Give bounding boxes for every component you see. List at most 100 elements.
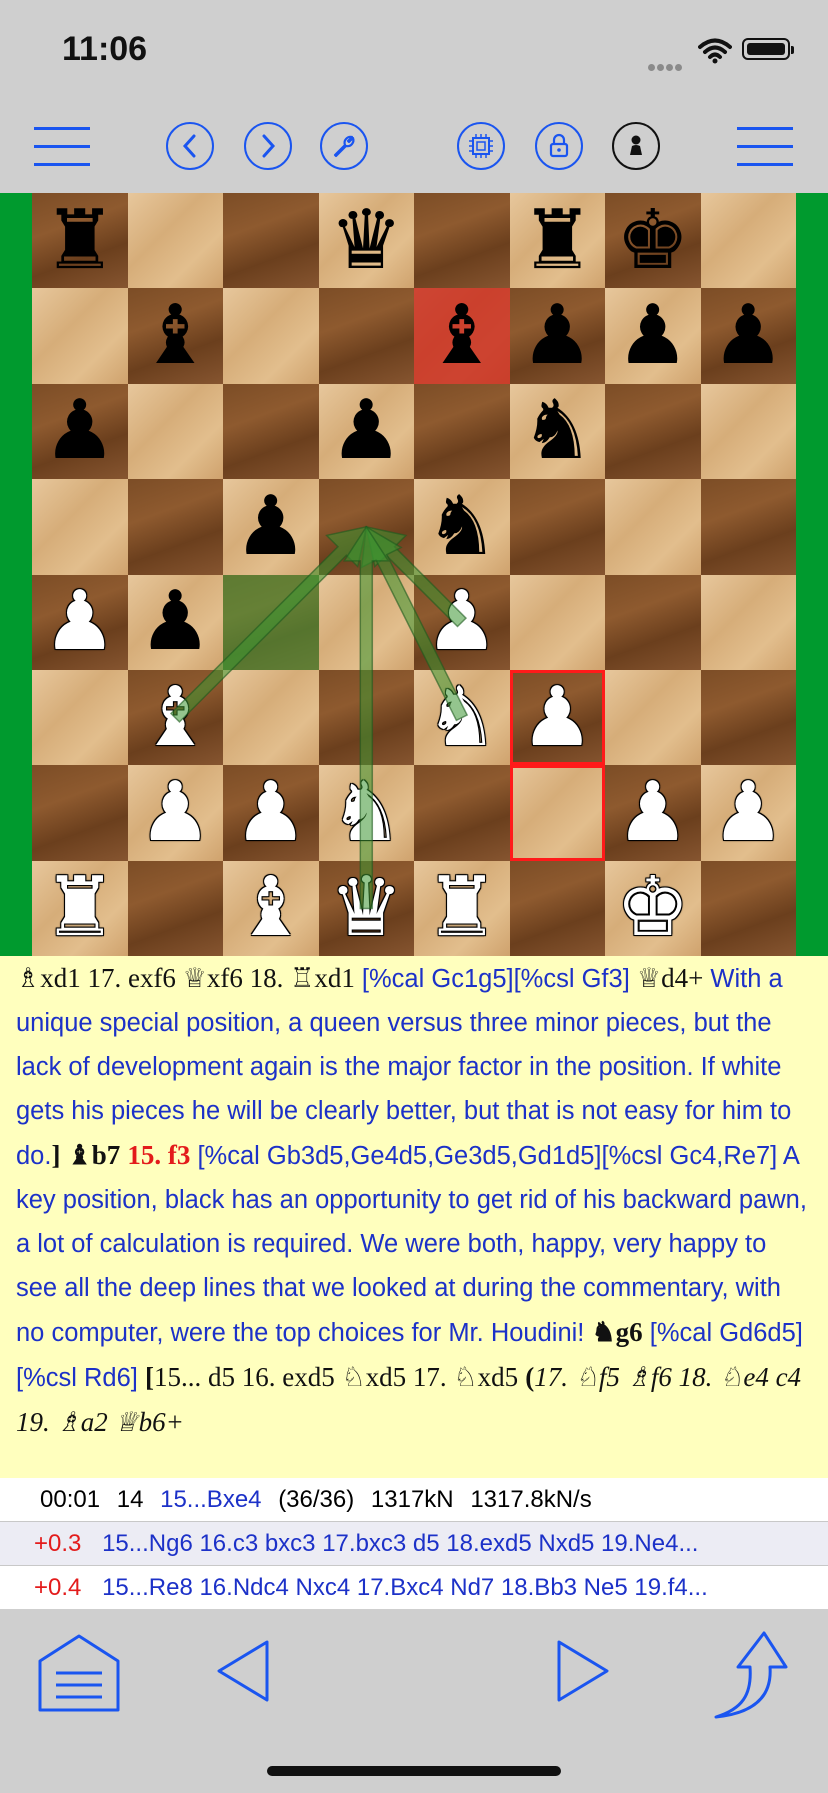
square-h3[interactable] [700,670,796,766]
move-text[interactable]: ♞g6 [591,1317,642,1347]
square-c3[interactable] [223,670,319,766]
chevron-right-icon [262,134,276,158]
white-piece-d1[interactable]: ♛ [319,861,415,956]
square-a7[interactable] [32,288,128,384]
share-arrow-icon [714,1631,788,1719]
white-piece-e4[interactable]: ♟ [414,575,510,670]
square-g3[interactable] [605,670,701,766]
engine-nodes: 1317kN [370,1486,454,1513]
tools-button[interactable] [320,122,368,170]
forward-button[interactable] [244,122,292,170]
square-b8[interactable] [127,193,223,289]
square-f5[interactable] [509,479,605,575]
black-piece-f7[interactable]: ♟ [510,288,606,383]
pawn-icon [630,135,642,155]
engine-line[interactable]: +0.3 15...Ng6 16.c3 bxc3 17.bxc3 d5 18.e… [0,1522,828,1565]
home-list-icon [38,1634,120,1712]
white-piece-c2[interactable]: ♟ [223,765,319,860]
square-b6[interactable] [127,383,223,480]
black-piece-h7[interactable]: ♟ [701,288,797,383]
square-d3[interactable] [318,670,414,766]
triangle-right-icon [557,1640,609,1702]
lock-button[interactable] [535,122,583,170]
square-a2[interactable] [32,765,128,861]
black-piece-e5[interactable]: ♞ [414,479,510,574]
move-text[interactable]: ♝b7 [68,1140,121,1170]
engine-button[interactable] [457,122,505,170]
engine-current-move: 15...Bxe4 [160,1486,262,1513]
square-a3[interactable] [32,670,128,766]
white-piece-d2[interactable]: ♞ [319,765,415,860]
black-piece-a8[interactable]: ♜ [32,193,128,288]
bracket: [ [144,1362,154,1392]
engine-line[interactable]: +0.4 15...Re8 16.Ndc4 Nxc4 17.Bxc4 Nd7 1… [0,1566,828,1609]
square-f4[interactable] [509,574,605,670]
back-button[interactable] [166,122,214,170]
white-piece-e1[interactable]: ♜ [414,861,510,956]
left-menu-button[interactable] [34,127,90,167]
black-piece-a6[interactable]: ♟ [32,384,128,479]
black-piece-g8[interactable]: ♚ [605,193,701,288]
square-g4[interactable] [605,574,701,670]
white-piece-a1[interactable]: ♜ [32,861,128,956]
variation-text[interactable]: 15... d5 16. exd5 ♘xd5 17. ♘xd5 [154,1362,518,1392]
right-menu-button[interactable] [737,127,793,167]
black-piece-b4[interactable]: ♟ [128,575,224,670]
black-piece-e7[interactable]: ♝ [414,288,510,383]
square-h6[interactable] [700,383,796,480]
square-c7[interactable] [223,288,319,384]
black-piece-f6[interactable]: ♞ [510,384,606,479]
square-g5[interactable] [605,479,701,575]
black-piece-c5[interactable]: ♟ [223,479,319,574]
black-piece-f8[interactable]: ♜ [510,193,606,288]
share-button[interactable] [712,1629,788,1725]
current-move[interactable]: 15. f3 [127,1140,190,1170]
next-button[interactable] [555,1639,611,1707]
square-e2[interactable] [414,765,510,861]
square-d7[interactable] [318,288,414,384]
side-to-move-button[interactable] [612,122,660,170]
white-piece-b3[interactable]: ♝ [128,670,224,765]
square-a5[interactable] [32,479,128,575]
square-f1[interactable] [509,860,605,957]
white-piece-a4[interactable]: ♟ [32,575,128,670]
square-h4[interactable] [700,574,796,670]
black-piece-b7[interactable]: ♝ [128,288,224,383]
square-d4[interactable] [318,574,414,670]
top-toolbar [0,100,828,193]
home-button[interactable] [38,1633,120,1717]
white-piece-b2[interactable]: ♟ [128,765,224,860]
square-g6[interactable] [605,383,701,480]
square-b5[interactable] [127,479,223,575]
wifi-icon [698,38,732,64]
board-frame: ♜ ♛ ♜ ♚ ♝ ♝ ♟ ♟ ♟ ♟ ♟ ♞ ♟ ♞ ♟ ♟ ♟ ♝ ♞ ♟ ♟ ♟ ♞ ♟ ♟ ♜ ♝ ♛ ♜ ♚ [0,193,828,957]
square-h1[interactable] [700,860,796,957]
black-piece-d8[interactable]: ♛ [319,193,415,288]
white-piece-h2[interactable]: ♟ [701,765,797,860]
move-text[interactable]: ♕d4+ [637,963,703,993]
black-piece-g7[interactable]: ♟ [605,288,701,383]
white-piece-c1[interactable]: ♝ [223,861,319,956]
white-piece-g1[interactable]: ♚ [605,861,701,956]
square-e8[interactable] [414,193,510,289]
square-e6[interactable] [414,383,510,480]
previous-button[interactable] [215,1639,271,1707]
square-h5[interactable] [700,479,796,575]
square-c8[interactable] [223,193,319,289]
chess-board[interactable]: ♜ ♛ ♜ ♚ ♝ ♝ ♟ ♟ ♟ ♟ ♟ ♞ ♟ ♞ ♟ ♟ ♟ ♝ ♞ ♟ ♟ ♟ ♞ ♟ ♟ ♜ ♝ ♛ ♜ ♚ [32,193,797,957]
square-c6[interactable] [223,383,319,480]
annotation-comment: [%cal Gb3d5,Ge4d5,Ge3d5,Gd1d5][%csl Gc4,… [16,1142,807,1347]
square-h8[interactable] [700,193,796,289]
status-bar: 11:06 [0,0,828,100]
black-piece-d6[interactable]: ♟ [319,384,415,479]
notation-panel[interactable]: ♗xd1 17. exf6 ♕xf6 18. ♖xd1 [%cal Gc1g5]… [0,956,828,1478]
square-d5[interactable] [318,479,414,575]
white-piece-g2[interactable]: ♟ [605,765,701,860]
square-b1[interactable] [127,860,223,957]
move-text[interactable]: ♗xd1 17. exf6 ♕xf6 18. ♖xd1 [16,963,355,993]
bracket: ] [51,1140,61,1170]
engine-panel: 00:01 14 15...Bxe4 (36/36) 1317kN 1317.8… [0,1478,828,1609]
home-indicator [267,1766,561,1776]
white-piece-e3[interactable]: ♞ [414,670,510,765]
white-piece-f3[interactable]: ♟ [510,670,606,765]
